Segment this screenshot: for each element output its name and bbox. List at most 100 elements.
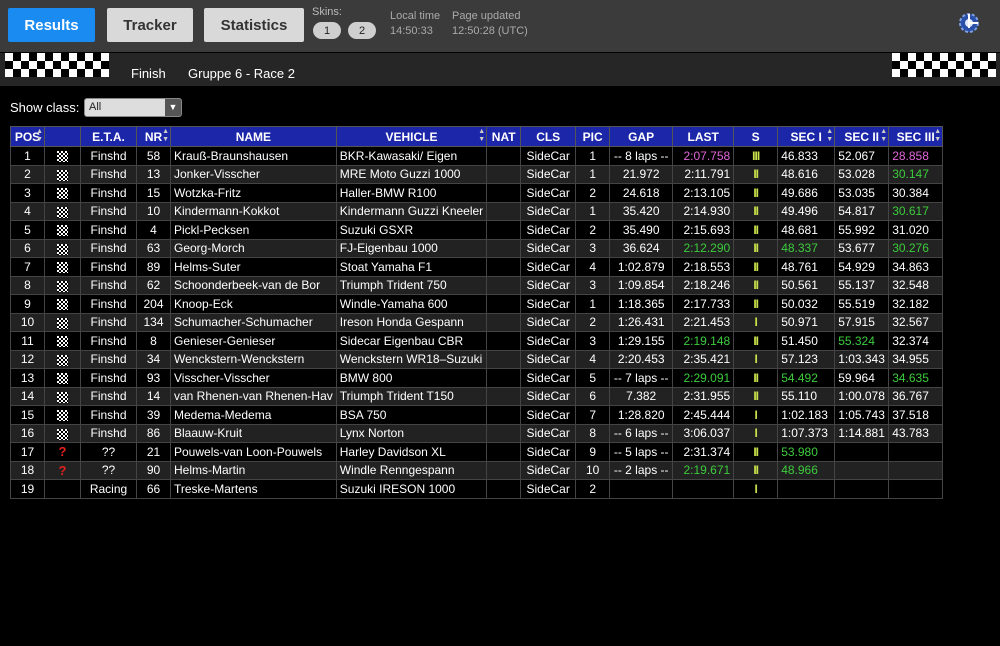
sector-bars: II — [753, 241, 759, 256]
cell-status — [44, 349, 81, 369]
cell-nr: 63 — [136, 238, 171, 258]
column-header-pic[interactable]: PIC — [575, 126, 611, 147]
table-row[interactable]: 10 Finshd 134 Schumacher-Schumacher Ireson H… — [10, 312, 944, 332]
cell-sec1: 48.337 — [777, 238, 836, 258]
cell-sec2 — [834, 442, 890, 462]
column-header-name[interactable]: NAME — [170, 126, 337, 147]
cell-name: Wotzka-Fritz — [170, 183, 337, 203]
table-row[interactable]: 5 Finshd 4 Pickl-Pecksen Suzuki GSXR SideCar 2… — [10, 220, 944, 240]
table-row[interactable]: 9 Finshd 204 Knoop-Eck Windle-Yamaha 600 Side… — [10, 294, 944, 314]
column-header-eta[interactable]: E.T.A. — [80, 126, 137, 147]
column-header-gap[interactable]: GAP — [609, 126, 674, 147]
column-header-last[interactable]: LAST — [672, 126, 735, 147]
sector-bars: II — [753, 259, 759, 274]
cell-sec1: 50.971 — [777, 312, 836, 332]
cell-nat — [486, 164, 522, 184]
cell-nat — [486, 183, 522, 203]
table-row[interactable]: 8 Finshd 62 Schoonderbeek-van de Bor Triumph… — [10, 275, 944, 295]
cell-nr: 86 — [136, 423, 171, 443]
table-row[interactable]: 7 Finshd 89 Helms-Suter Stoat Yamaha F1 SideC… — [10, 257, 944, 277]
cell-sec3: 43.783 — [888, 423, 944, 443]
local-time: Local time 14:50:33 — [390, 9, 440, 39]
cell-status: ? — [44, 442, 81, 462]
table-row[interactable]: 4 Finshd 10 Kindermann-Kokkot Kindermann Guz… — [10, 201, 944, 221]
cell-sec3: 32.567 — [888, 312, 944, 332]
checkered-flag-icon — [57, 206, 68, 218]
cell-status — [44, 386, 81, 406]
cell-cls: SideCar — [520, 312, 577, 332]
cell-nat — [486, 368, 522, 388]
sector-bars: II — [753, 167, 759, 182]
table-row[interactable]: 16 Finshd 86 Blaauw-Kruit Lynx Norton SideCar… — [10, 423, 944, 443]
table-row[interactable]: 11 Finshd 8 Genieser-Genieser Sidecar Eigenb… — [10, 331, 944, 351]
statistics-button[interactable]: Statistics — [204, 8, 304, 42]
cell-name: Knoop-Eck — [170, 294, 337, 314]
column-header-sec2[interactable]: SEC II ▲ ▼ — [834, 126, 890, 147]
cell-eta: Finshd — [80, 368, 137, 388]
column-header-sec3[interactable]: SEC III ▲ ▼ — [888, 126, 944, 147]
table-row[interactable]: 6 Finshd 63 Georg-Morch FJ-Eigenbau 1000 Side… — [10, 238, 944, 258]
skin-2-button[interactable]: 2 — [348, 22, 376, 39]
cell-pic: 1 — [575, 201, 611, 221]
cell-sec1: 49.496 — [777, 201, 836, 221]
table-row[interactable]: 17??? 21 Pouwels-van Loon-Pouwels Harley Da… — [10, 442, 944, 462]
column-header-label: S — [751, 129, 760, 144]
cell-s: II — [733, 460, 779, 480]
sector-bars: I — [754, 481, 759, 496]
table-row[interactable]: 15 Finshd 39 Medema-Medema BSA 750 SideCar 7 1:… — [10, 405, 944, 425]
table-row[interactable]: 3 Finshd 15 Wotzka-Fritz Haller-BMW R100 Side… — [10, 183, 944, 203]
column-header-label: LAST — [687, 129, 719, 144]
checkered-flag-icon — [57, 391, 68, 403]
table-row[interactable]: 19 Racing 66 Treske-Martens Suzuki IRESON 10… — [10, 479, 944, 499]
column-header-nr[interactable]: NR ▲ ▼ — [136, 126, 171, 147]
cell-nr: 89 — [136, 257, 171, 277]
cell-vehicle: Ireson Honda Gespann — [335, 312, 488, 332]
cell-pic: 6 — [575, 386, 611, 406]
cell-nr: 58 — [136, 146, 171, 166]
cell-status — [44, 257, 81, 277]
cell-sec2: 1:03.343 — [834, 349, 890, 369]
cell-last: 2:07.758 — [672, 146, 735, 166]
cell-sec3: 32.374 — [888, 331, 944, 351]
cell-s: II — [733, 275, 779, 295]
sector-bars: II — [753, 278, 759, 293]
column-header-cls[interactable]: CLS — [520, 126, 577, 147]
column-header-s[interactable]: S — [733, 126, 779, 147]
cell-name: Visscher-Visscher — [170, 368, 337, 388]
tracker-button[interactable]: Tracker — [107, 8, 193, 42]
table-row[interactable]: 14 Finshd 14 van Rhenen-van Rhenen-Hav Trium… — [10, 386, 944, 406]
cell-cls: SideCar — [520, 146, 577, 166]
table-row[interactable]: 2 Finshd 13 Jonker-Visscher MRE Moto Guzzi 1… — [10, 164, 944, 184]
table-row[interactable]: 18??? 90 Helms-Martin Windle Renngespann Sid… — [10, 460, 944, 480]
column-header-pos[interactable]: POS ▲ ▼ — [10, 126, 45, 147]
skin-1-button[interactable]: 1 — [313, 22, 341, 39]
cell-cls: SideCar — [520, 368, 577, 388]
cell-nat — [486, 146, 522, 166]
class-select[interactable]: All ▼ — [84, 98, 182, 117]
cell-pic: 10 — [575, 460, 611, 480]
table-row[interactable]: 13 Finshd 93 Visscher-Visscher BMW 800 SideCa… — [10, 368, 944, 388]
cell-vehicle: Windle-Yamaha 600 — [335, 294, 488, 314]
cell-vehicle: Sidecar Eigenbau CBR — [335, 331, 488, 351]
cell-name: Medema-Medema — [170, 405, 337, 425]
cell-s: II — [733, 183, 779, 203]
cell-pos: 18 — [10, 460, 45, 480]
column-header-sec1[interactable]: SEC I ▲ ▼ — [777, 126, 836, 147]
settings-gear-icon[interactable] — [954, 8, 984, 38]
cell-vehicle: Kindermann Guzzi Kneeler — [335, 201, 488, 221]
cell-nat — [486, 201, 522, 221]
cell-sec2: 1:14.881 — [834, 423, 890, 443]
column-header-icon[interactable] — [44, 126, 81, 147]
column-header-vehicle[interactable]: VEHICLE ▲ ▼ — [335, 126, 488, 147]
chevron-down-icon: ▼ — [165, 99, 181, 116]
cell-sec2: 53.677 — [834, 238, 890, 258]
column-header-nat[interactable]: NAT — [486, 126, 522, 147]
checkered-flag-icon — [57, 243, 68, 255]
cell-sec1: 50.032 — [777, 294, 836, 314]
table-row[interactable]: 12 Finshd 34 Wenckstern-Wenckstern Wenckster… — [10, 349, 944, 369]
cell-status — [44, 183, 81, 203]
cell-pic: 7 — [575, 405, 611, 425]
table-row[interactable]: 1 Finshd 58 Krauß-Braunshausen BKR-Kawasaki/… — [10, 146, 944, 166]
results-button[interactable]: Results — [8, 8, 95, 42]
cell-cls: SideCar — [520, 460, 577, 480]
